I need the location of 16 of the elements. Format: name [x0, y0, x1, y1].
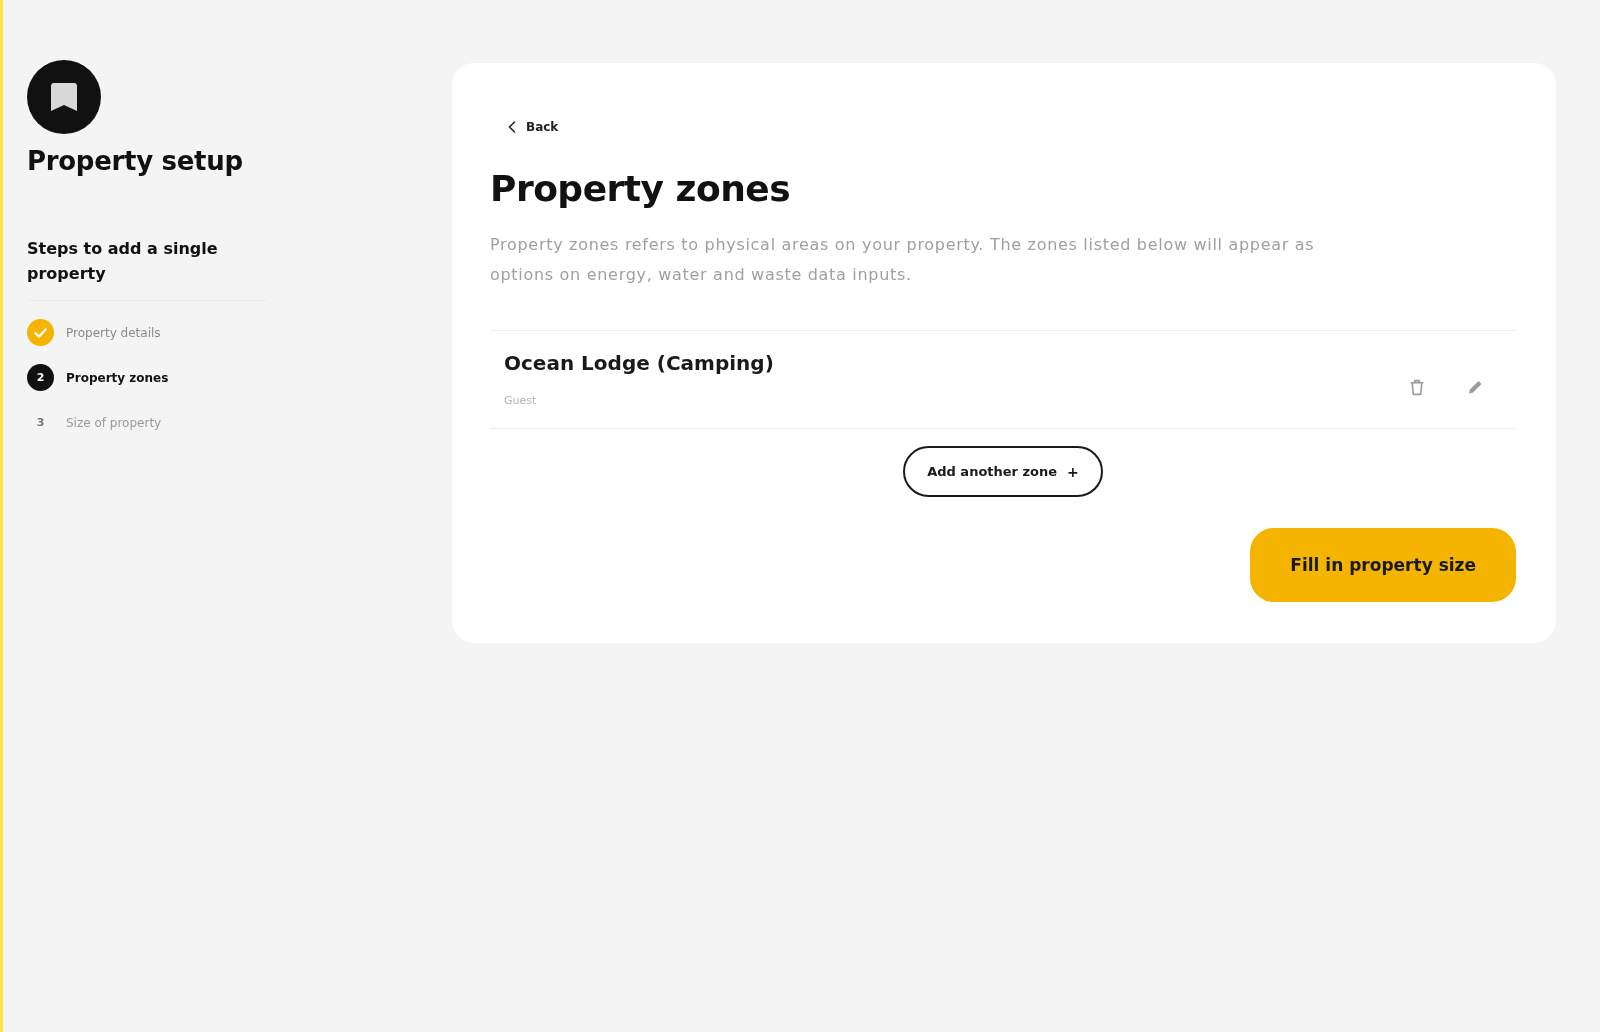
trash-icon[interactable] [1409, 379, 1425, 396]
logo-icon [27, 60, 101, 134]
step-number: 3 [35, 415, 46, 431]
add-zone-button[interactable]: Add another zone + [903, 446, 1103, 497]
step-number: 2 [27, 364, 54, 391]
zone-name: Ocean Lodge (Camping) [504, 351, 774, 375]
chevron-left-icon [508, 121, 516, 133]
pencil-icon[interactable] [1467, 379, 1483, 396]
steps-heading: Steps to add a single property [27, 236, 267, 301]
page-title: Property zones [490, 168, 792, 210]
zone-type: Guest [504, 394, 538, 408]
fill-in-size-button[interactable]: Fill in property size [1250, 528, 1516, 602]
page-description: Property zones refers to physical areas on your property. The zones listed below will appear as options on energy, water and waste data inputs. [490, 234, 1316, 286]
back-link[interactable]: Back [508, 120, 559, 134]
sidebar-title: Property setup [27, 146, 244, 176]
step-label[interactable]: Property zones [66, 370, 169, 385]
